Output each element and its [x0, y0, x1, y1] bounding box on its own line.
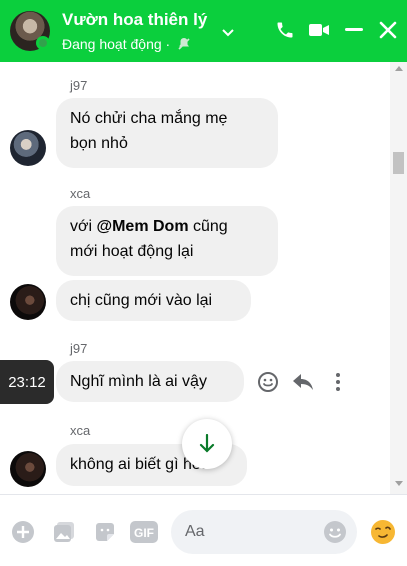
gif-icon[interactable]: GIF	[130, 519, 158, 545]
chat-header: Vườn hoa thiên lý Đang hoạt động ·	[0, 0, 407, 62]
message-timestamp: 23:12	[0, 360, 54, 404]
message-bubble[interactable]: chị cũng mới vào lại	[56, 280, 251, 321]
message-text-part: cũng	[188, 218, 228, 235]
message-text-part: với	[70, 218, 97, 235]
message-input-wrapper	[171, 510, 357, 554]
mention[interactable]: @Mem Dom	[97, 218, 189, 235]
message-sender: xca	[70, 186, 91, 201]
message-sender: j97	[70, 341, 88, 356]
react-icon[interactable]	[256, 370, 280, 394]
composer-bar: GIF	[0, 494, 407, 566]
scroll-down-arrow-icon[interactable]	[395, 481, 403, 486]
message-text: chị cũng mới vào lại	[70, 292, 213, 309]
muted-bell-icon	[176, 36, 192, 55]
scroll-to-bottom-button[interactable]	[182, 419, 232, 469]
sender-avatar[interactable]	[10, 130, 46, 166]
close-icon[interactable]	[375, 17, 401, 43]
message-bubble[interactable]: với @Mem Dom cũng mới hoạt động lại	[56, 206, 278, 276]
message-text: bọn nhỏ	[70, 135, 128, 152]
reply-icon[interactable]	[291, 370, 315, 394]
chevron-down-icon[interactable]	[222, 24, 234, 42]
message-sender: j97	[70, 78, 88, 93]
status-text: Đang hoạt động ·	[62, 36, 171, 53]
message-text: Nó chửi cha mắng mẹ	[70, 110, 228, 127]
plus-icon[interactable]	[10, 519, 36, 545]
phone-icon[interactable]	[272, 17, 298, 43]
scrollbar-thumb[interactable]	[393, 152, 404, 174]
more-icon[interactable]	[326, 370, 350, 394]
message-sender: xca	[70, 423, 91, 438]
emoji-icon[interactable]	[323, 520, 347, 549]
sender-avatar[interactable]	[10, 284, 46, 320]
message-text: Nghĩ mình là ai vậy	[70, 373, 207, 390]
sender-avatar[interactable]	[10, 451, 46, 487]
sticker-icon[interactable]	[92, 519, 118, 545]
quick-reaction-icon[interactable]	[370, 519, 396, 545]
chat-title[interactable]: Vườn hoa thiên lý	[62, 10, 207, 30]
message-bubble[interactable]: Nghĩ mình là ai vậy	[56, 361, 244, 402]
online-indicator	[36, 36, 50, 50]
message-text: mới hoạt động lại	[70, 243, 194, 260]
scrollbar[interactable]	[390, 62, 407, 494]
svg-text:GIF: GIF	[134, 526, 154, 540]
video-icon[interactable]	[306, 17, 332, 43]
scroll-up-arrow-icon[interactable]	[395, 66, 403, 71]
message-text: với @Mem Dom cũng	[70, 214, 264, 239]
message-input[interactable]	[185, 510, 325, 554]
chat-status: Đang hoạt động ·	[62, 36, 192, 55]
gallery-icon[interactable]	[51, 519, 77, 545]
message-bubble[interactable]: Nó chửi cha mắng mẹ bọn nhỏ	[56, 98, 278, 168]
minimize-icon[interactable]	[341, 17, 367, 43]
arrow-down-icon	[199, 434, 215, 453]
